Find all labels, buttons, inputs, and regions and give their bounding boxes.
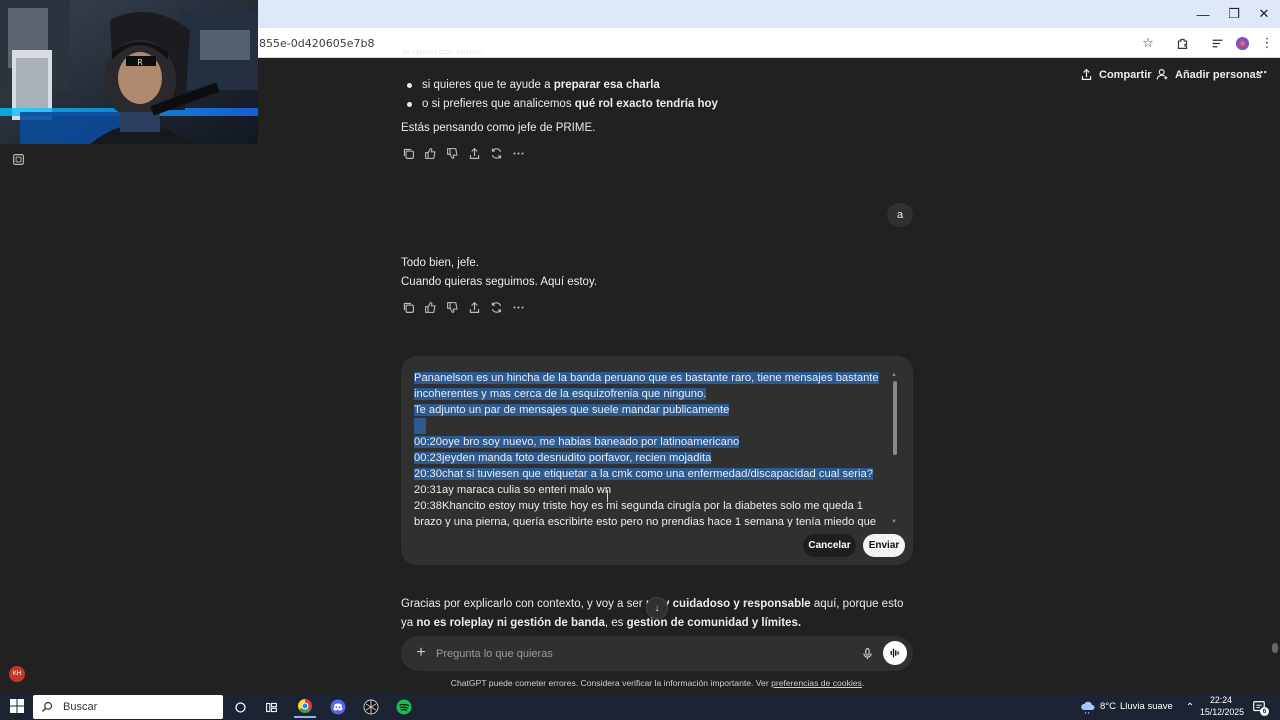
message-actions <box>401 146 526 161</box>
edit-scrollbar-thumb[interactable] <box>893 381 897 455</box>
copy-icon[interactable] <box>401 300 416 315</box>
thumbs-up-icon[interactable] <box>423 300 438 315</box>
webcam-overlay: R <box>0 0 258 144</box>
browser-menu-icon[interactable]: ⋮ <box>1257 33 1277 53</box>
edit-line: 00:20oye bro soy nuevo, me habias banead… <box>414 436 740 448</box>
scroll-up-arrow-icon[interactable]: ▲ <box>891 372 897 378</box>
weather-temp: 8°C <box>1100 701 1116 712</box>
assistant-bullet-list: si quieres que te ayude a preparar esa c… <box>401 76 901 114</box>
app-icon[interactable] <box>360 696 382 718</box>
waveform-icon <box>890 648 899 658</box>
text-cursor <box>607 490 609 502</box>
cookie-preferences-link[interactable]: preferencias de cookies <box>771 678 862 688</box>
add-people-label: Añadir personas <box>1175 68 1262 81</box>
share-button[interactable]: Compartir <box>1080 68 1152 81</box>
cancel-button[interactable]: Cancelar <box>803 534 856 557</box>
tab-search-icon[interactable] <box>1207 33 1227 53</box>
discord-app-icon[interactable] <box>327 696 349 718</box>
add-people-button[interactable]: Añadir personas <box>1156 68 1262 81</box>
edit-line: Te adjunto un par de mensajes que suele … <box>414 404 730 416</box>
regenerate-icon[interactable] <box>489 300 504 315</box>
assistant-text-line: Cuando quieras seguimos. Aquí estoy. <box>401 276 598 288</box>
edit-line <box>414 418 884 434</box>
edit-message-textarea[interactable]: Pananelson es un hincha de la banda peru… <box>414 370 884 527</box>
chrome-app-icon[interactable] <box>294 696 316 718</box>
edit-line: 20:38Khancito estoy muy triste hoy es mi… <box>414 500 877 527</box>
weather-desc: Lluvia suave <box>1120 701 1173 712</box>
regenerate-icon[interactable] <box>489 146 504 161</box>
toggle-sidebar-icon[interactable] <box>9 150 27 168</box>
edit-line: Pananelson es un hincha de la banda peru… <box>414 372 879 400</box>
message-actions <box>401 300 526 315</box>
bullet-item: o si prefieres que analicemos qué rol ex… <box>401 95 901 114</box>
close-window-button[interactable]: ✕ <box>1248 0 1280 28</box>
copy-icon[interactable] <box>401 146 416 161</box>
send-button[interactable]: Enviar <box>863 534 905 557</box>
disclaimer-text: ChatGPT puede cometer errores. Considera… <box>450 678 865 688</box>
attach-plus-icon[interactable]: + <box>413 644 429 661</box>
notification-count-badge: 6 <box>1260 707 1269 716</box>
taskbar-search[interactable]: Buscar <box>33 695 223 719</box>
share-label: Compartir <box>1099 68 1152 81</box>
scroll-down-arrow-icon[interactable]: ▼ <box>891 519 897 525</box>
microphone-icon[interactable] <box>859 645 875 661</box>
prompt-input[interactable] <box>436 646 836 662</box>
start-menu-icon[interactable] <box>9 698 25 714</box>
tray-chevron-up-icon[interactable]: ⌃ <box>1179 696 1201 718</box>
extensions-icon[interactable] <box>1172 33 1192 53</box>
clock-date[interactable]: 15/12/2025 <box>1200 707 1244 717</box>
share-icon <box>1081 68 1092 80</box>
assistant-closing-text: Estás pensando como jefe de PRIME. <box>401 122 596 134</box>
more-options-icon[interactable]: ⋯ <box>1256 66 1267 79</box>
share-message-icon[interactable] <box>467 146 482 161</box>
clock-time[interactable]: 22:24 <box>1200 695 1242 705</box>
thumbs-down-icon[interactable] <box>445 300 460 315</box>
minimize-button[interactable]: — <box>1187 0 1219 28</box>
user-message-bubble: a <box>887 203 913 227</box>
more-actions-icon[interactable] <box>511 300 526 315</box>
bookmark-star-icon[interactable]: ☆ <box>1138 33 1158 53</box>
assistant-text-line: Todo bien, jefe. <box>401 257 480 269</box>
spotify-app-icon[interactable] <box>393 696 415 718</box>
restore-button[interactable]: ❐ <box>1218 0 1250 28</box>
url-text[interactable]: 855e-0d420605e7b8 <box>259 37 374 50</box>
edit-line: 20:31ay maraca culia so enteri malo wn <box>414 484 612 496</box>
clipped-text: si quieres, dime: <box>401 50 485 57</box>
edit-line: 20:30chat si tuviesen que etiquetar a la… <box>414 468 873 480</box>
profile-avatar-icon[interactable] <box>1232 33 1252 53</box>
more-actions-icon[interactable] <box>511 146 526 161</box>
thumbs-up-icon[interactable] <box>423 146 438 161</box>
page-scrollbar-thumb[interactable] <box>1272 643 1278 653</box>
bullet-item: si quieres que te ayude a preparar esa c… <box>401 76 901 95</box>
weather-icon[interactable] <box>1077 696 1099 718</box>
search-icon <box>42 701 53 712</box>
task-view-circle-icon[interactable] <box>229 696 251 718</box>
edit-line: 00:23jeyden manda foto desnudito porfavo… <box>414 452 712 464</box>
taskbar-search-label: Buscar <box>63 701 98 713</box>
task-view-icon[interactable] <box>260 696 282 718</box>
thumbs-down-icon[interactable] <box>445 146 460 161</box>
scroll-to-bottom-button[interactable]: ↓ <box>646 597 668 619</box>
svg-text:R: R <box>137 58 143 67</box>
add-person-icon <box>1156 69 1168 80</box>
share-message-icon[interactable] <box>467 300 482 315</box>
voice-mode-button[interactable] <box>883 641 907 665</box>
